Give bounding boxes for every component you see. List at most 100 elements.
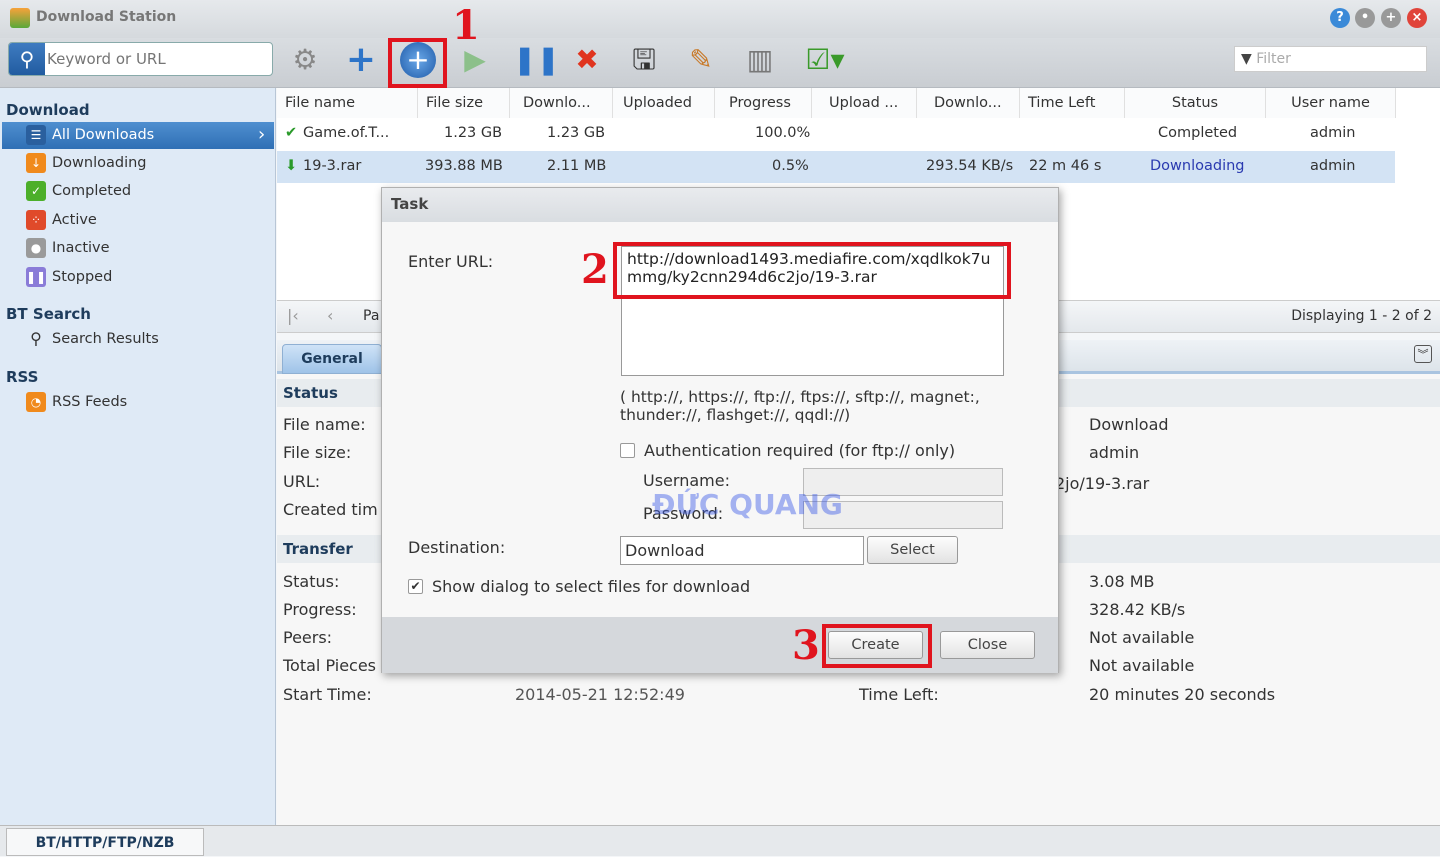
- column-header[interactable]: Downlo...: [917, 88, 1020, 118]
- minimize-icon[interactable]: •: [1355, 8, 1375, 28]
- cell-downloaded: 1.23 GB: [547, 125, 606, 141]
- download-arrow-icon: ⬇: [285, 158, 298, 174]
- title-bar: Download Station ? • + ×: [0, 0, 1440, 38]
- sidebar-item-search-results[interactable]: ⚲ Search Results: [26, 326, 159, 352]
- column-header[interactable]: Downlo...: [510, 88, 613, 118]
- auth-checkbox[interactable]: [620, 443, 635, 458]
- column-header[interactable]: Uploaded: [613, 88, 715, 118]
- value: 2jo/19-3.rar: [1055, 474, 1150, 493]
- annotation-3: 3: [792, 622, 820, 669]
- tab-general[interactable]: General: [282, 344, 382, 374]
- cell-user: admin: [1310, 125, 1356, 141]
- search-icon: ⚲: [9, 43, 45, 75]
- page-label: Pa: [363, 308, 380, 324]
- value: Not available: [1089, 628, 1195, 647]
- save-icon[interactable]: 🖫: [626, 42, 662, 78]
- sidebar-item-all-downloads[interactable]: ☰ All Downloads: [26, 122, 154, 148]
- cell-download-speed: 293.54 KB/s: [926, 158, 1014, 174]
- edit-icon[interactable]: ✎: [683, 42, 719, 78]
- displaying-count: Displaying 1 - 2 of 2: [1291, 308, 1432, 324]
- select-icon[interactable]: ☑▾: [800, 42, 850, 78]
- inactive-icon: ●: [26, 238, 46, 258]
- start-time-value: 2014-05-21 12:52:49: [515, 685, 685, 704]
- annotation-box-1: [388, 38, 447, 88]
- value: 20 minutes 20 seconds: [1089, 685, 1276, 704]
- destination-input[interactable]: Download: [620, 536, 864, 565]
- label: Time Left:: [859, 685, 939, 704]
- label: File size:: [283, 443, 352, 462]
- destination-label: Destination:: [408, 538, 506, 557]
- settings-icon[interactable]: ⚙: [287, 42, 323, 78]
- cell-file-size: 1.23 GB: [444, 125, 503, 141]
- select-button[interactable]: Select: [867, 536, 958, 564]
- cell-user: admin: [1310, 158, 1356, 174]
- sidebar-item-label: Downloading: [52, 155, 147, 171]
- sidebar-item-inactive[interactable]: ● Inactive: [26, 235, 110, 261]
- close-icon[interactable]: ×: [1407, 8, 1427, 28]
- app-logo-icon: [10, 8, 30, 28]
- annotation-box-2: [613, 242, 1011, 299]
- app-title: Download Station: [36, 9, 177, 25]
- cell-time-left: 22 m 46 s: [1029, 158, 1102, 174]
- pause-icon[interactable]: ❚❚: [513, 42, 560, 78]
- sidebar-item-label: Active: [52, 212, 97, 228]
- cell-file-name: Game.of.T...: [303, 125, 390, 141]
- bottom-bar: [0, 825, 1440, 856]
- search-box[interactable]: ⚲: [8, 42, 273, 76]
- column-header[interactable]: File name: [277, 88, 418, 118]
- label: File name:: [283, 415, 366, 434]
- stopped-icon: ❚❚: [26, 267, 46, 287]
- sidebar-item-label: Completed: [52, 183, 132, 199]
- cell-file-name: 19-3.rar: [303, 158, 362, 174]
- column-header[interactable]: Upload ...: [812, 88, 917, 118]
- chevron-right-icon: ›: [258, 124, 266, 145]
- sidebar-item-downloading[interactable]: ↓ Downloading: [26, 150, 147, 176]
- sidebar-header-download: Download: [6, 101, 90, 119]
- table-row[interactable]: ✔ Game.of.T... 1.23 GB 1.23 GB 100.0% Co…: [277, 118, 1395, 150]
- delete-icon[interactable]: ✖: [569, 42, 605, 78]
- dialog-title: Task: [382, 188, 1058, 222]
- sidebar-item-stopped[interactable]: ❚❚ Stopped: [26, 264, 112, 290]
- filter-placeholder: Filter: [1256, 51, 1291, 67]
- show-dialog-label: Show dialog to select files for download: [432, 577, 751, 596]
- maximize-icon[interactable]: +: [1381, 8, 1401, 28]
- annotation-box-3: [822, 624, 932, 668]
- label: Created tim: [283, 500, 378, 519]
- sidebar-item-active[interactable]: ⁘ Active: [26, 207, 97, 233]
- sidebar-item-label: Inactive: [52, 240, 110, 256]
- tab-bt-http-ftp-nzb[interactable]: BT/HTTP/FTP/NZB: [6, 828, 204, 856]
- cell-status: Completed: [1158, 125, 1238, 141]
- cell-file-size: 393.88 MB: [425, 158, 503, 174]
- help-icon[interactable]: ?: [1330, 8, 1350, 28]
- sidebar-header-rss: RSS: [6, 368, 39, 386]
- column-header[interactable]: Progress: [715, 88, 812, 118]
- search-input[interactable]: [47, 47, 267, 71]
- show-dialog-checkbox[interactable]: ✔: [408, 579, 423, 594]
- sidebar-item-label: All Downloads: [52, 127, 155, 143]
- value: Not available: [1089, 656, 1195, 675]
- sidebar-item-rss-feeds[interactable]: ◔ RSS Feeds: [26, 389, 127, 415]
- column-header[interactable]: Time Left: [1020, 88, 1125, 118]
- cell-progress: 0.5%: [772, 158, 809, 174]
- filter-input[interactable]: ▼ Filter: [1234, 46, 1427, 72]
- sidebar-item-label: Search Results: [52, 331, 159, 347]
- label: Total Pieces: [283, 656, 377, 675]
- add-icon[interactable]: +: [343, 42, 379, 78]
- close-button[interactable]: Close: [940, 631, 1035, 659]
- completed-check-icon: ✔: [285, 125, 298, 141]
- column-header[interactable]: File size: [418, 88, 510, 118]
- column-header[interactable]: Status: [1125, 88, 1266, 118]
- rss-icon: ◔: [26, 392, 46, 412]
- sidebar-item-completed[interactable]: ✓ Completed: [26, 178, 131, 204]
- clear-icon[interactable]: ▥: [742, 42, 778, 78]
- completed-icon: ✓: [26, 181, 46, 201]
- table-row[interactable]: ⬇ 19-3.rar 393.88 MB 2.11 MB 0.5% 293.54…: [277, 151, 1395, 183]
- first-page-icon[interactable]: |‹: [287, 306, 299, 325]
- task-dialog: Task Enter URL: http://download1493.medi…: [381, 187, 1059, 673]
- collapse-icon[interactable]: ︾: [1414, 345, 1432, 363]
- column-header[interactable]: User name: [1266, 88, 1396, 118]
- label: Start Time:: [283, 685, 372, 704]
- search-icon: ⚲: [30, 329, 42, 348]
- value: Download: [1089, 415, 1169, 434]
- prev-page-icon[interactable]: ‹: [327, 306, 333, 325]
